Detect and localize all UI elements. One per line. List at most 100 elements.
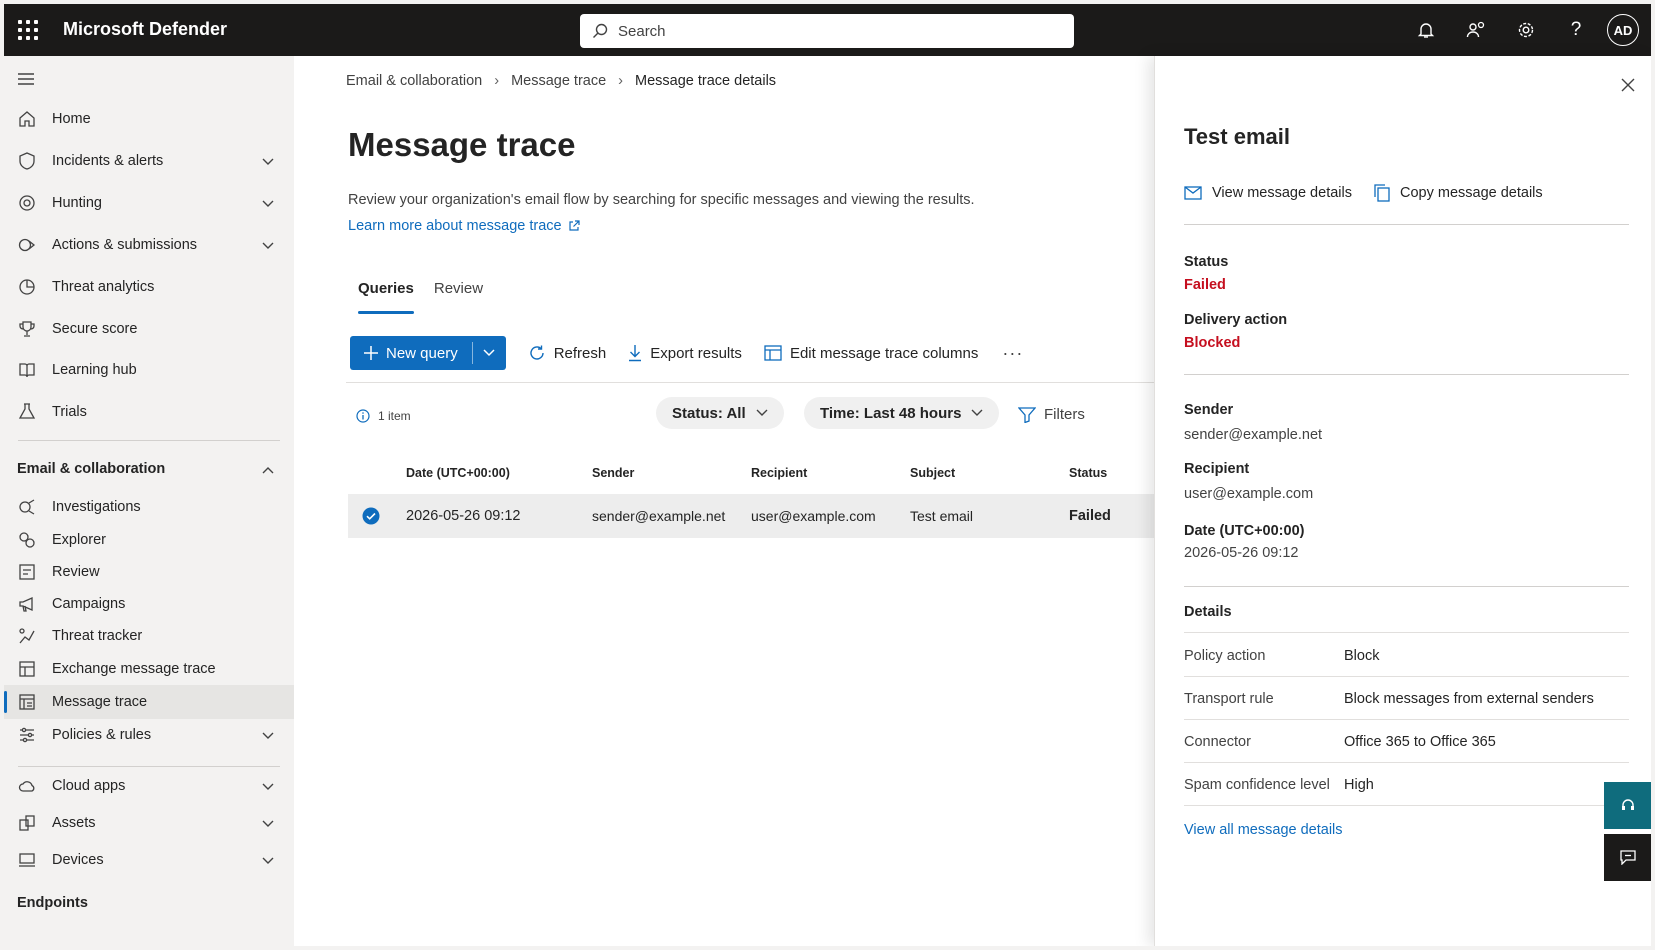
view-message-details-button[interactable]: View message details <box>1184 185 1352 201</box>
breadcrumb-message-trace-details: Message trace details <box>635 73 777 89</box>
megaphone-icon <box>18 595 36 613</box>
cloud-icon <box>18 777 36 795</box>
close-icon[interactable] <box>1621 78 1635 92</box>
new-query-main[interactable]: New query <box>350 336 472 370</box>
checkmark-circle-icon[interactable] <box>362 507 380 525</box>
sidebar-item-cloud-apps[interactable]: Cloud apps <box>4 769 294 803</box>
detail-value: Office 365 to Office 365 <box>1344 734 1496 750</box>
search-box[interactable] <box>580 14 1074 48</box>
date-value: 2026-05-26 09:12 <box>1184 545 1299 561</box>
sidebar-item-trials[interactable]: Trials <box>4 395 294 429</box>
chevron-down-icon[interactable] <box>262 853 274 869</box>
status-filter-label: Status: All <box>672 404 746 422</box>
status-value: Failed <box>1184 277 1226 293</box>
chevron-down-icon[interactable] <box>262 779 274 795</box>
time-filter-pill[interactable]: Time: Last 48 hours <box>804 397 1000 429</box>
export-results-button[interactable]: Export results <box>628 344 742 362</box>
copy-message-details-button[interactable]: Copy message details <box>1374 184 1543 202</box>
main-content: Email & collaboration › Message trace › … <box>294 56 1154 946</box>
avatar[interactable]: AD <box>1607 14 1639 46</box>
sidebar-item-endpoints[interactable]: Endpoints <box>4 886 294 920</box>
table-row[interactable]: 2026-05-26 09:12 sender@example.net user… <box>348 494 1154 538</box>
chevron-up-icon[interactable] <box>262 466 274 474</box>
delivery-action-value: Blocked <box>1184 335 1241 351</box>
sidebar-item-explorer[interactable]: Explorer <box>4 523 294 557</box>
app-launcher-icon[interactable] <box>18 20 38 40</box>
analytics-icon <box>18 278 36 296</box>
panel-divider <box>1184 586 1629 587</box>
sidebar-item-label: Policies & rules <box>52 727 152 743</box>
sidebar-item-threat-analytics[interactable]: Threat analytics <box>4 270 294 304</box>
tracker-icon <box>18 627 36 645</box>
sidebar-item-exchange-message-trace[interactable]: Exchange message trace <box>4 652 294 686</box>
settings-gear-icon[interactable] <box>1501 4 1551 56</box>
sidebar-item-label: Trials <box>52 404 87 420</box>
sidebar-item-label: Endpoints <box>17 895 88 911</box>
chevron-down-icon[interactable] <box>262 238 274 254</box>
left-navigation: Home Incidents & alerts Hunting Actions & s… <box>4 56 294 946</box>
status-filter-pill[interactable]: Status: All <box>656 397 784 429</box>
new-query-dropdown[interactable] <box>471 342 506 364</box>
chevron-right-icon: › <box>618 73 624 89</box>
tab-queries[interactable]: Queries <box>348 280 424 314</box>
more-options-icon[interactable]: ··· <box>1002 343 1023 364</box>
notifications-icon[interactable] <box>1401 4 1451 56</box>
learn-more-label[interactable]: Learn more about message trace <box>348 218 562 234</box>
tab-review[interactable]: Review <box>424 280 493 314</box>
cell-sender: sender@example.net <box>592 508 726 524</box>
column-header-date[interactable]: Date (UTC+00:00) <box>406 466 510 480</box>
hamburger-menu-icon[interactable] <box>18 72 34 86</box>
nav-section-email-collaboration[interactable]: Email & collaboration <box>17 461 165 477</box>
sidebar-item-review[interactable]: Review <box>4 555 294 589</box>
detail-value: Block <box>1344 648 1380 664</box>
sidebar-item-assets[interactable]: Assets <box>4 806 294 840</box>
search-icon <box>593 23 608 38</box>
support-button[interactable] <box>1604 782 1651 829</box>
breadcrumb: Email & collaboration › Message trace › … <box>346 73 776 89</box>
chevron-down-icon[interactable] <box>262 196 274 212</box>
edit-columns-button[interactable]: Edit message trace columns <box>764 345 978 362</box>
sidebar-item-label: Secure score <box>52 321 138 337</box>
new-query-button[interactable]: New query <box>350 336 506 370</box>
detail-row-spam-confidence-level: Spam confidence level High <box>1184 762 1629 806</box>
search-input[interactable] <box>618 22 1038 40</box>
app-title[interactable]: Microsoft Defender <box>63 19 227 40</box>
column-header-sender[interactable]: Sender <box>592 466 634 480</box>
sidebar-item-hunting[interactable]: Hunting <box>4 186 294 220</box>
sidebar-item-learning-hub[interactable]: Learning hub <box>4 353 294 387</box>
sidebar-item-message-trace[interactable]: Message trace <box>4 685 294 719</box>
feedback-button[interactable] <box>1604 834 1651 881</box>
sidebar-item-threat-tracker[interactable]: Threat tracker <box>4 619 294 653</box>
sidebar-item-label: Campaigns <box>52 596 126 612</box>
headset-icon <box>1621 798 1634 810</box>
breadcrumb-message-trace[interactable]: Message trace <box>511 73 606 89</box>
sidebar-item-campaigns[interactable]: Campaigns <box>4 587 294 621</box>
sidebar-item-devices[interactable]: Devices <box>4 843 294 877</box>
chevron-down-icon[interactable] <box>262 154 274 170</box>
chevron-down-icon[interactable] <box>262 816 274 832</box>
shield-icon <box>18 152 36 170</box>
breadcrumb-email-collaboration[interactable]: Email & collaboration <box>346 73 482 89</box>
sidebar-item-investigations[interactable]: Investigations <box>4 490 294 524</box>
sidebar-item-secure-score[interactable]: Secure score <box>4 312 294 346</box>
toolbar: New query Refresh Export results Edit me… <box>350 336 1023 370</box>
column-header-status[interactable]: Status <box>1069 466 1107 480</box>
sidebar-item-policies-rules[interactable]: Policies & rules <box>4 718 294 752</box>
sidebar-item-actions-submissions[interactable]: Actions & submissions <box>4 228 294 262</box>
sidebar-item-home[interactable]: Home <box>4 102 294 136</box>
community-icon[interactable] <box>1451 4 1501 56</box>
time-filter-label: Time: Last 48 hours <box>820 404 962 422</box>
detail-row-transport-rule: Transport rule Block messages from extern… <box>1184 676 1629 720</box>
sidebar-item-label: Threat analytics <box>52 279 155 295</box>
view-all-message-details-link[interactable]: View all message details <box>1184 822 1343 838</box>
download-icon <box>629 345 642 362</box>
sidebar-item-label: Home <box>52 111 91 127</box>
column-header-recipient[interactable]: Recipient <box>751 466 807 480</box>
learn-more-link[interactable]: Learn more about message trace <box>348 218 580 234</box>
help-icon[interactable]: ? <box>1551 4 1601 56</box>
refresh-button[interactable]: Refresh <box>528 344 606 362</box>
chevron-down-icon[interactable] <box>262 728 274 744</box>
sidebar-item-incidents-alerts[interactable]: Incidents & alerts <box>4 144 294 178</box>
filters-button[interactable]: Filters <box>1018 406 1085 423</box>
column-header-subject[interactable]: Subject <box>910 466 955 480</box>
